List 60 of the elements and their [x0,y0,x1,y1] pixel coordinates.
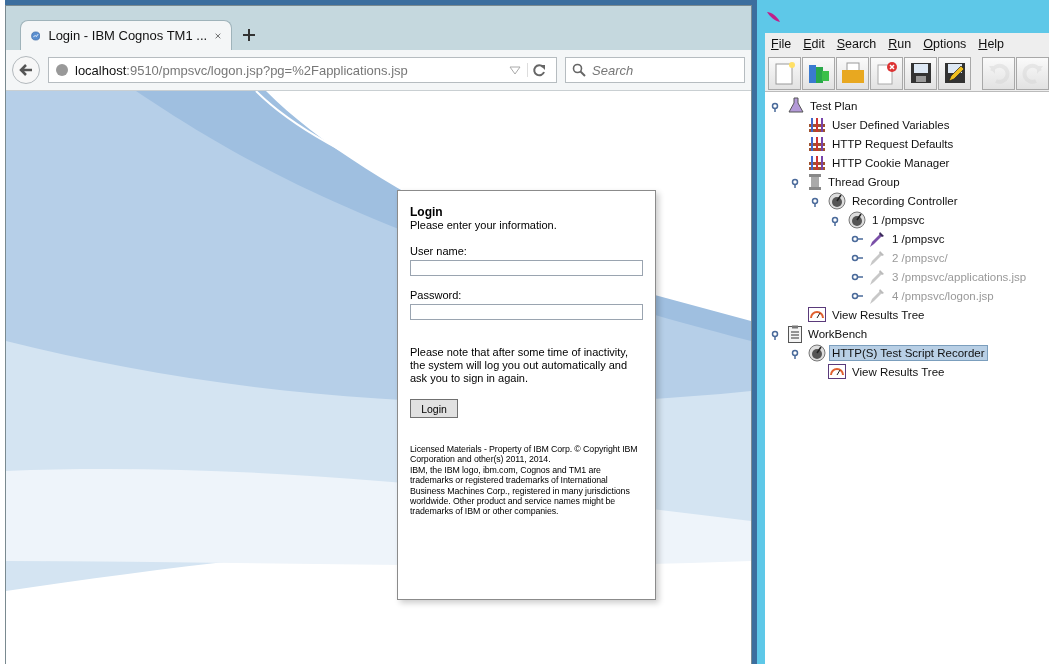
test-tube-rack-icon [808,135,826,152]
dial-icon [808,343,826,362]
username-label: User name: [410,245,468,258]
toolbar-button[interactable] [904,56,937,90]
menu-item[interactable]: Search [830,37,883,51]
clipboard-icon [788,324,802,343]
menu-item[interactable]: Options [917,37,973,51]
inactivity-note: Please note that after some time of inactivity, the system will log you out automatically and ask you to sign in again. [410,346,630,385]
browser-tab[interactable]: Login - IBM Cognos TM1 ... [20,20,232,50]
search-icon [572,63,586,77]
undo-icon [987,62,1010,84]
pipette-icon [868,267,886,286]
password-label: Password: [410,289,463,302]
password-field[interactable] [410,304,643,320]
url-text: localhost:9510/pmpsvc/logon.jsp?pg=%2Fapplications.jsp [75,62,409,78]
page-with-x-icon [874,61,899,85]
search-field[interactable]: Search [565,57,745,83]
dial-icon [828,191,846,210]
feather-icon [765,9,783,24]
tree-item[interactable]: View Results Tree [849,363,948,380]
test-tube-rack-icon [808,116,826,133]
menu-item[interactable]: File [765,37,798,51]
toolbar-button[interactable] [938,56,971,90]
gauge-icon [828,364,846,379]
new-tab-icon[interactable] [242,28,256,42]
legal-text: IBM, the IBM logo, ibm.com, Cognos and TM1 are trademarks or registered trademarks of International Business Machines Corp., registered in many jurisdictions worldwide. Other product and service names might be trademarks of IBM or other companies. [410,464,631,517]
menu-item[interactable]: Run [882,37,918,51]
tree-item[interactable]: Thread Group [825,173,903,190]
tree-item[interactable]: View Results Tree [829,306,928,323]
tree-item[interactable]: WorkBench [805,325,871,342]
address-bar[interactable]: localhost:9510/pmpsvc/logon.jsp?pg=%2Fapplications.jsp [48,57,557,83]
login-title: Login [410,205,444,219]
dial-icon [848,210,866,229]
back-arrow-icon [19,63,33,77]
tree-item[interactable]: 1 /pmpsvc [869,211,928,228]
pipette-icon [868,229,886,248]
login-subtitle: Please enter your information. [410,219,558,232]
back-button[interactable] [12,56,40,84]
tree-item[interactable]: Recording Controller [849,192,961,209]
tree-item[interactable]: HTTP Request Defaults [829,135,957,152]
gauge-icon [808,307,826,322]
pipette-icon [868,286,886,305]
floppy-disk-with-pencil-icon [943,62,966,84]
login-button[interactable]: Login [410,399,458,418]
tree-item[interactable]: HTTP(S) Test Script Recorder [829,344,988,361]
redo-icon [1021,62,1044,84]
folder-icon [840,62,865,84]
test-tube-rack-icon [808,154,826,171]
blank-page-icon [773,61,796,85]
menu-item[interactable]: Edit [797,37,831,51]
flask-icon [788,97,804,114]
username-field[interactable] [410,260,643,276]
menu-item[interactable]: Help [972,37,1011,51]
tree-item[interactable]: Test Plan [807,97,861,114]
spool-icon [808,172,822,191]
tree-item[interactable]: User Defined Variables [829,116,953,133]
tree-item[interactable]: HTTP Cookie Manager [829,154,953,171]
pipette-icon [868,248,886,267]
legal-text: Licensed Materials - Property of IBM Corp. © Copyright IBM Corporation and other(s) 2011, 2014. [410,444,639,465]
tree-item[interactable]: 1 /pmpsvc [889,230,948,247]
